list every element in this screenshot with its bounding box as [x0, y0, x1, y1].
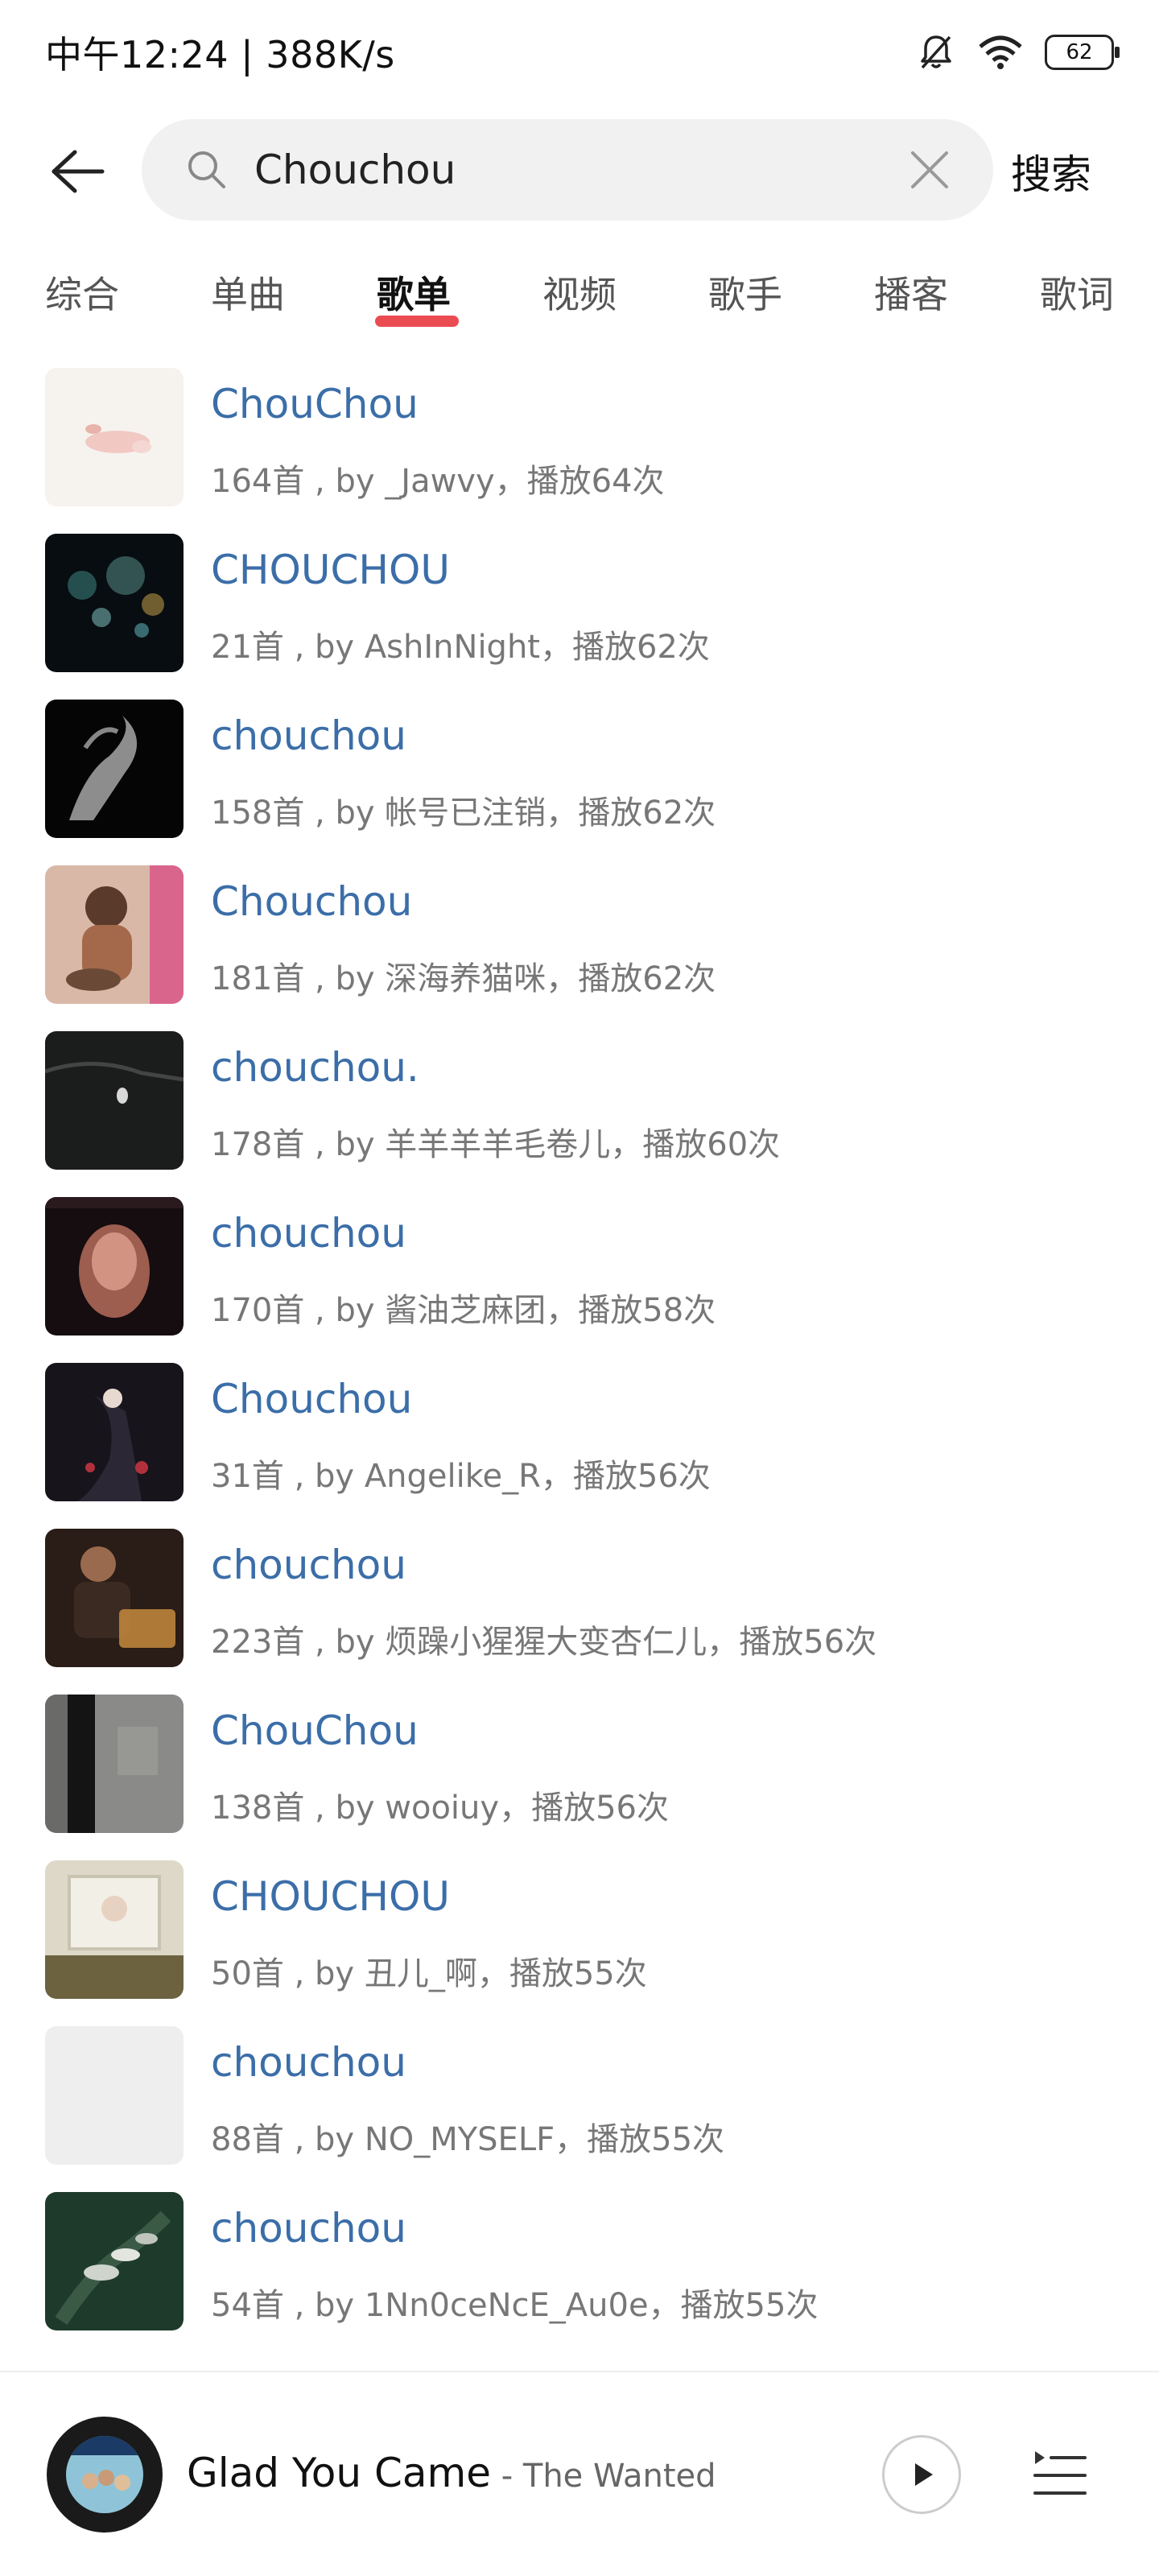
playlist-info: 31首 , by Angelike_R，播放56次 — [211, 1458, 711, 1495]
tab-comprehensive[interactable]: 综合 — [45, 266, 119, 319]
album-disc[interactable] — [47, 2417, 163, 2533]
back-button[interactable] — [40, 135, 113, 208]
playlist-title: CHOUCHOU — [211, 1873, 450, 1920]
playlist-cover — [45, 1860, 184, 1999]
playlist-info: 88首 , by NO_MYSELF，播放55次 — [211, 2121, 725, 2158]
playlist-info: 223首 , by 烦躁小猩猩大变杏仁儿，播放56次 — [211, 1624, 877, 1661]
search-input[interactable] — [254, 119, 866, 221]
playlist-icon — [1033, 2451, 1087, 2495]
album-art — [66, 2436, 143, 2513]
playlist-cover — [45, 700, 184, 838]
playlist-cover — [45, 2026, 184, 2165]
list-item[interactable]: chouchou. 178首 , by 羊羊羊羊毛卷儿，播放60次 — [0, 1030, 1159, 1195]
list-item[interactable]: ChouChou 164首 , by _Jawvy，播放64次 — [0, 366, 1159, 532]
playlist-title: ChouChou — [211, 1707, 419, 1754]
wifi-icon — [977, 34, 1024, 71]
list-item[interactable]: chouchou 54首 , by 1Nn0ceNcE_Au0e，播放55次 — [0, 2190, 1159, 2356]
list-item[interactable]: chouchou 158首 , by 帐号已注销，播放62次 — [0, 698, 1159, 864]
playlist-title: CHOUCHOU — [211, 547, 450, 593]
mini-player[interactable]: Glad You Came - The Wanted — [0, 2371, 1159, 2576]
list-item[interactable]: CHOUCHOU 50首 , by 丑儿_啊，播放55次 — [0, 1859, 1159, 2025]
play-button[interactable] — [882, 2435, 961, 2514]
playlist-results: ChouChou 164首 , by _Jawvy，播放64次 CHOUCHOU… — [0, 366, 1159, 2356]
playlist-title: chouchou — [211, 1542, 406, 1588]
list-item[interactable]: chouchou 170首 , by 酱油芝麻团，播放58次 — [0, 1195, 1159, 1361]
playlist-title: chouchou. — [211, 1044, 419, 1091]
playlist-info: 138首 , by wooiuy，播放56次 — [211, 1790, 669, 1827]
playlist-info: 181首 , by 深海养猫咪，播放62次 — [211, 960, 716, 997]
status-time-speed: 中午12:24 | 388K/s — [45, 33, 395, 76]
playlist-info: 50首 , by 丑儿_啊，播放55次 — [211, 1955, 647, 1992]
playlist-cover — [45, 368, 184, 506]
search-results-screen: 中午12:24 | 388K/s 62 Chouchou 搜索 综合 单曲 歌单… — [0, 0, 1159, 2576]
clear-icon[interactable] — [908, 148, 951, 192]
list-item[interactable]: Chouchou 181首 , by 深海养猫咪，播放62次 — [0, 864, 1159, 1030]
song-separator: - — [491, 2458, 523, 2495]
playlist-cover — [45, 865, 184, 1004]
playlist-info: 21首 , by AshInNight，播放62次 — [211, 629, 710, 666]
playlist-info: 158首 , by 帐号已注销，播放62次 — [211, 795, 716, 832]
category-tabs: 综合 单曲 歌单 视频 歌手 播客 歌词 — [0, 250, 1159, 338]
list-item[interactable]: chouchou 223首 , by 烦躁小猩猩大变杏仁儿，播放56次 — [0, 1527, 1159, 1693]
playlist-info: 54首 , by 1Nn0ceNcE_Au0e，播放55次 — [211, 2287, 819, 2324]
playlist-title: Chouchou — [211, 1376, 413, 1422]
list-item[interactable]: ChouChou 138首 , by wooiuy，播放56次 — [0, 1693, 1159, 1859]
list-item[interactable]: Chouchou 31首 , by Angelike_R，播放56次 — [0, 1361, 1159, 1527]
tab-lyrics[interactable]: 歌词 — [1040, 266, 1114, 319]
tab-songs[interactable]: 单曲 — [211, 266, 285, 319]
playlist-info: 170首 , by 酱油芝麻团，播放58次 — [211, 1292, 716, 1329]
playlist-title: chouchou — [211, 712, 406, 759]
status-bar: 中午12:24 | 388K/s 62 — [0, 0, 1159, 105]
list-item[interactable]: CHOUCHOU 21首 , by AshInNight，播放62次 — [0, 532, 1159, 698]
battery-icon: 62 — [1045, 35, 1120, 70]
status-icons: 62 — [916, 32, 1120, 72]
search-box[interactable] — [142, 119, 993, 221]
tab-videos[interactable]: 视频 — [542, 266, 617, 319]
playlist-cover — [45, 1695, 184, 1833]
search-header: 搜索 — [0, 113, 1159, 225]
playlist-queue-button[interactable] — [1030, 2445, 1090, 2504]
search-icon — [188, 151, 225, 188]
play-icon — [915, 2463, 933, 2486]
search-button[interactable]: 搜索 — [1011, 135, 1091, 208]
tab-playlists[interactable]: 歌单 — [377, 266, 451, 319]
playlist-cover — [45, 1363, 184, 1501]
playlist-title: chouchou — [211, 2039, 406, 2086]
active-tab-indicator — [375, 316, 459, 327]
tab-podcasts[interactable]: 播客 — [874, 266, 948, 319]
playlist-cover — [45, 1197, 184, 1335]
now-playing-text[interactable]: Glad You Came - The Wanted — [187, 2450, 716, 2496]
back-arrow-icon — [52, 150, 105, 193]
playlist-cover — [45, 534, 184, 672]
battery-level: 62 — [1066, 40, 1093, 64]
playlist-title: chouchou — [211, 1210, 406, 1257]
playlist-cover — [45, 2192, 184, 2330]
playlist-title: chouchou — [211, 2205, 406, 2252]
playlist-info: 178首 , by 羊羊羊羊毛卷儿，播放60次 — [211, 1126, 781, 1163]
playlist-info: 164首 , by _Jawvy，播放64次 — [211, 463, 665, 500]
playlist-cover — [45, 1529, 184, 1667]
playlist-title: ChouChou — [211, 381, 419, 427]
song-artist: The Wanted — [522, 2458, 716, 2495]
tab-artists[interactable]: 歌手 — [708, 266, 782, 319]
mute-bell-icon — [916, 32, 956, 72]
playlist-title: Chouchou — [211, 878, 413, 925]
song-title: Glad You Came — [187, 2450, 492, 2496]
list-item[interactable]: chouchou 88首 , by NO_MYSELF，播放55次 — [0, 2025, 1159, 2190]
playlist-cover — [45, 1031, 184, 1170]
